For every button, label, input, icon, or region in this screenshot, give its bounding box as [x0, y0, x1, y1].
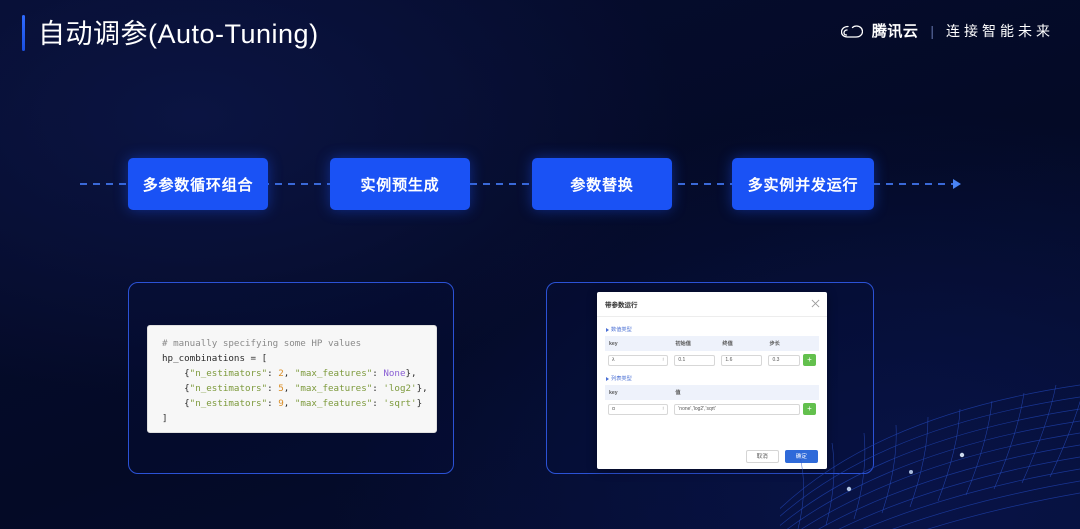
arrow-right-icon	[953, 179, 961, 189]
table-header-row-2: key 值	[605, 385, 819, 400]
list-value-input[interactable]: 'none','log2','sqrt'	[674, 403, 800, 415]
end-value-input[interactable]: 1.6	[721, 354, 763, 366]
flow-step-1-label: 多参数循环组合	[142, 176, 254, 194]
process-flow: 多参数循环组合 实例预生成 参数替换 多实例并发运行	[0, 158, 1080, 210]
mesh-dot-icon	[909, 470, 913, 474]
mesh-dot-icon	[846, 486, 852, 492]
add-numeric-row-button[interactable]: +	[803, 354, 816, 366]
list-value: 'none','log2','sqrt'	[678, 406, 716, 412]
col-end: 终值	[718, 336, 766, 351]
dialog-body: 数值类型 key 初始值 终值 步长 λ ↕ 0.1 1.6 0.3 + 列表类…	[597, 317, 827, 418]
col-step: 步长	[765, 336, 819, 351]
slide-header: 自动调参(Auto-Tuning) 腾讯云 | 连接智能未来	[0, 0, 1080, 68]
flow-step-4-label: 多实例并发运行	[747, 176, 859, 194]
flow-step-4[interactable]: 多实例并发运行	[732, 158, 874, 210]
table-row-2: α ↕ 'none','log2','sqrt' +	[605, 400, 819, 418]
dialog-header: 带参数运行	[597, 292, 827, 317]
cell-key-2: α ↕	[605, 400, 672, 418]
flow-step-2-label: 实例预生成	[360, 176, 440, 194]
list-key-value: α	[612, 406, 615, 412]
run-with-params-dialog: 带参数运行 数值类型 key 初始值 终值 步长 λ ↕ 0.1 1.6 0.3…	[597, 292, 827, 469]
section-label-numeric[interactable]: 数值类型	[606, 326, 819, 333]
slide-root: 自动调参(Auto-Tuning) 腾讯云 | 连接智能未来 多参数循环组合 实…	[0, 0, 1080, 529]
chevron-right-icon-2	[606, 376, 609, 381]
tencent-cloud-logo-icon	[840, 24, 863, 38]
end-value: 1.6	[725, 357, 733, 363]
stepper-icon-2: ↕	[661, 405, 665, 412]
flow-step-3-label: 参数替换	[570, 176, 634, 194]
brand-separator: |	[930, 22, 934, 39]
brand-name: 腾讯云	[871, 23, 919, 40]
title-accent-bar	[22, 15, 25, 51]
code-panel: # manually specifying some HP values hp_…	[128, 282, 454, 474]
cell-step: 0.3 +	[765, 351, 819, 369]
table-row: λ ↕ 0.1 1.6 0.3 +	[605, 351, 819, 369]
dialog-footer: 取消 确定	[597, 443, 827, 469]
plus-icon: +	[807, 355, 812, 364]
confirm-button[interactable]: 确定	[784, 449, 818, 463]
col-start: 初始值	[671, 336, 719, 351]
cell-end: 1.6	[718, 351, 766, 369]
plus-icon-2: +	[807, 404, 812, 413]
cell-key: λ ↕	[605, 351, 672, 369]
stepper-icon: ↕	[661, 356, 665, 363]
add-list-row-button[interactable]: +	[803, 403, 816, 415]
step-value-input[interactable]: 0.3	[768, 354, 800, 366]
col-key: key	[605, 336, 672, 351]
cell-start: 0.1	[671, 351, 719, 369]
cancel-button[interactable]: 取消	[745, 449, 779, 463]
flow-step-2[interactable]: 实例预生成	[330, 158, 470, 210]
cell-list-value: 'none','log2','sqrt' +	[671, 400, 819, 418]
dialog-panel: 带参数运行 数值类型 key 初始值 终值 步长 λ ↕ 0.1 1.6 0.3…	[546, 282, 874, 474]
section-label-list[interactable]: 列表类型	[606, 375, 819, 382]
brand-tagline: 连接智能未来	[946, 22, 1054, 39]
list-key-select[interactable]: α ↕	[608, 403, 669, 415]
mesh-dot-icon	[959, 452, 965, 458]
numeric-key-select[interactable]: λ ↕	[608, 354, 669, 366]
list-params-table: key 值 α ↕ 'none','log2','sqrt' +	[605, 385, 819, 418]
flow-step-1[interactable]: 多参数循环组合	[128, 158, 268, 210]
brand-lockup: 腾讯云 | 连接智能未来	[840, 20, 1054, 41]
numeric-params-table: key 初始值 终值 步长 λ ↕ 0.1 1.6 0.3 +	[605, 336, 819, 369]
confirm-button-label: 确定	[795, 454, 807, 460]
dialog-title: 带参数运行	[605, 302, 638, 309]
start-value-input[interactable]: 0.1	[674, 354, 716, 366]
chevron-right-icon	[606, 327, 609, 332]
code-card: # manually specifying some HP values hp_…	[147, 325, 437, 433]
close-icon[interactable]	[811, 299, 820, 308]
page-title: 自动调参(Auto-Tuning)	[38, 19, 319, 49]
table-header-row: key 初始值 终值 步长	[605, 336, 819, 351]
flow-step-3[interactable]: 参数替换	[532, 158, 672, 210]
start-value: 0.1	[678, 357, 686, 363]
col-value: 值	[671, 385, 819, 400]
step-value: 0.3	[772, 357, 780, 363]
code-block: # manually specifying some HP values hp_…	[162, 338, 428, 424]
numeric-key-value: λ	[612, 357, 615, 363]
cancel-button-label: 取消	[756, 454, 768, 460]
section-label-numeric-text: 数值类型	[611, 327, 632, 333]
col-key-2: key	[605, 385, 672, 400]
section-label-list-text: 列表类型	[611, 376, 632, 382]
